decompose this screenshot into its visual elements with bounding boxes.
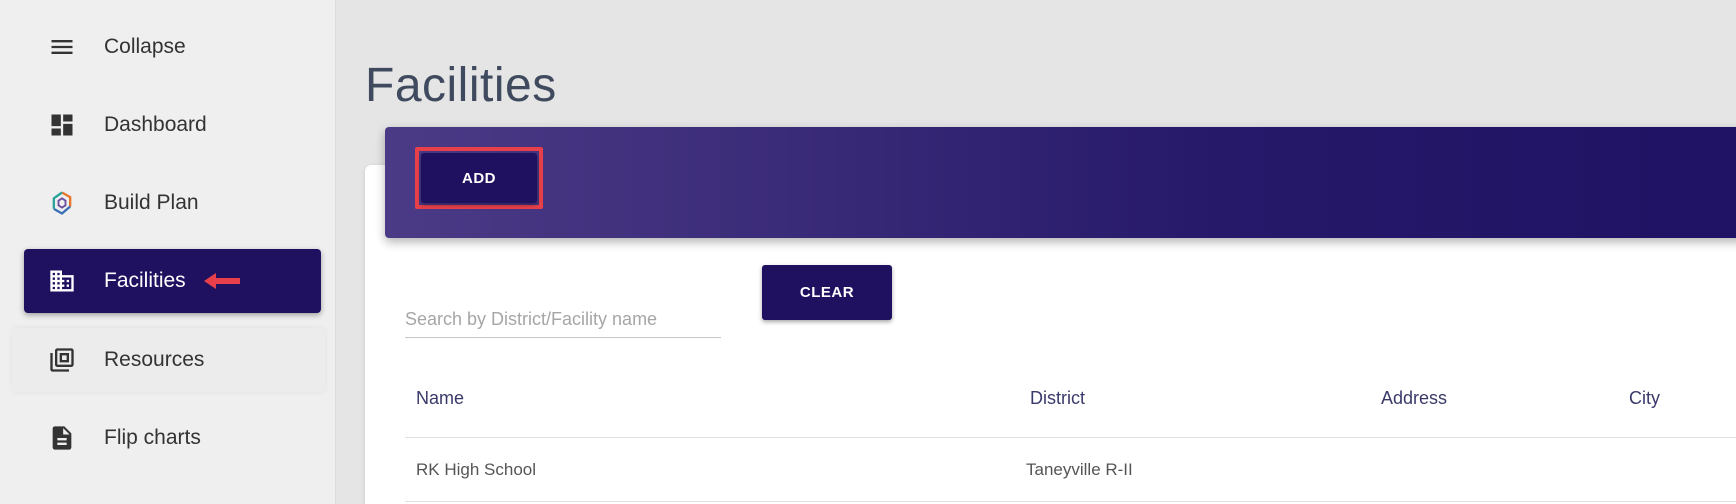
page-title: Facilities	[365, 59, 557, 112]
table-row-divider	[405, 501, 1736, 502]
sidebar-item-collapse[interactable]: Collapse	[24, 15, 321, 79]
sidebar-item-label: Resources	[104, 348, 205, 371]
column-header-city[interactable]: City	[1629, 388, 1660, 409]
table-cell-name: RK High School	[416, 460, 537, 479]
dashboard-icon	[47, 110, 77, 140]
document-icon	[47, 423, 77, 453]
building-icon	[47, 266, 77, 296]
card-header-banner	[385, 127, 1736, 238]
sidebar-item-label: Build Plan	[104, 191, 199, 214]
build-plan-logo-icon	[47, 188, 77, 218]
app: Collapse Dashboard Build Plan Facilities…	[0, 0, 1736, 504]
sidebar-item-flip-charts[interactable]: Flip charts	[24, 406, 321, 470]
sidebar-item-dashboard[interactable]: Dashboard	[24, 93, 321, 157]
table-header-divider	[405, 437, 1736, 438]
library-icon	[47, 345, 77, 375]
add-button[interactable]: ADD	[421, 153, 537, 203]
sidebar-item-resources[interactable]: Resources	[12, 328, 325, 392]
sidebar-item-label: Dashboard	[104, 113, 207, 136]
sidebar-item-label: Facilities	[104, 269, 186, 292]
table-cell-district: Taneyville R-II	[1026, 460, 1133, 479]
sidebar-item-facilities[interactable]: Facilities	[24, 249, 321, 313]
sidebar-item-build-plan[interactable]: Build Plan	[24, 171, 321, 235]
clear-button[interactable]: CLEAR	[762, 265, 892, 320]
sidebar-item-label: Collapse	[104, 35, 186, 58]
column-header-district[interactable]: District	[1030, 388, 1085, 409]
menu-icon	[47, 32, 77, 62]
sidebar: Collapse Dashboard Build Plan Facilities…	[0, 0, 336, 504]
column-header-name[interactable]: Name	[416, 388, 464, 409]
sidebar-item-label: Flip charts	[104, 426, 201, 449]
red-arrow-icon	[203, 273, 240, 289]
search-input[interactable]	[405, 302, 721, 338]
column-header-address[interactable]: Address	[1381, 388, 1447, 409]
